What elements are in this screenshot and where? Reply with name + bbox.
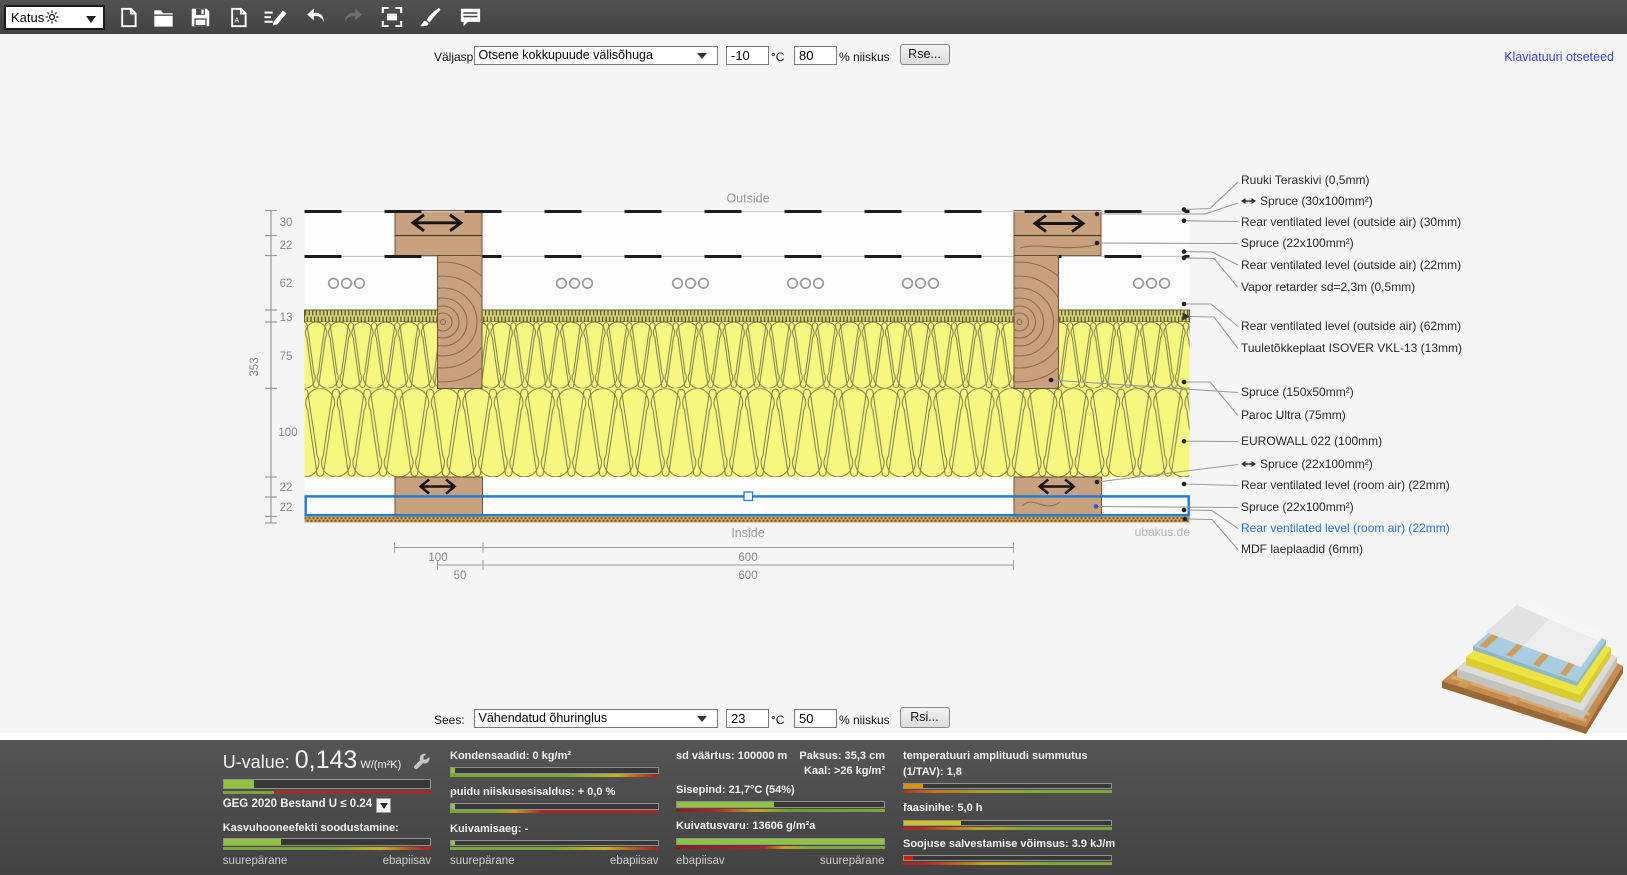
- svg-text:Inside: Inside: [731, 526, 764, 540]
- svg-text:30: 30: [280, 217, 293, 229]
- svg-text:EUROWALL 022 (100mm): EUROWALL 022 (100mm): [1241, 434, 1382, 448]
- svg-text:Rear ventilated level (room ai: Rear ventilated level (room air) (22mm): [1241, 521, 1450, 535]
- svg-text:22: 22: [280, 240, 293, 252]
- svg-text:50: 50: [454, 570, 467, 582]
- svg-text:MDF laeplaadid (6mm): MDF laeplaadid (6mm): [1241, 542, 1363, 556]
- svg-text:ubakus.de: ubakus.de: [1135, 525, 1191, 539]
- svg-text:Paroc Ultra (75mm): Paroc Ultra (75mm): [1241, 408, 1346, 422]
- svg-text:75: 75: [280, 351, 293, 363]
- svg-text:Rear ventilated level (room ai: Rear ventilated level (room air) (22mm): [1241, 478, 1450, 492]
- svg-text:Spruce (150x50mm²): Spruce (150x50mm²): [1241, 385, 1354, 399]
- svg-text:22: 22: [280, 502, 293, 514]
- svg-text:100: 100: [428, 552, 447, 564]
- svg-text:13: 13: [280, 312, 293, 324]
- svg-text:Spruce (22x100mm²): Spruce (22x100mm²): [1241, 236, 1354, 250]
- svg-text:Rear ventilated level (outside: Rear ventilated level (outside air) (22m…: [1241, 258, 1461, 272]
- svg-text:Tuuletõkkeplaat ISOVER VKL-13: Tuuletõkkeplaat ISOVER VKL-13 (13mm): [1241, 341, 1462, 355]
- svg-text:Ruuki Teraskivi (0,5mm): Ruuki Teraskivi (0,5mm): [1241, 173, 1369, 187]
- svg-text:353: 353: [249, 357, 261, 376]
- svg-text:Rear ventilated level (outside: Rear ventilated level (outside air) (62m…: [1241, 319, 1461, 333]
- svg-text:600: 600: [738, 570, 757, 582]
- svg-text:Rear ventilated level (outside: Rear ventilated level (outside air) (30m…: [1241, 215, 1461, 229]
- svg-text:100: 100: [278, 427, 297, 439]
- svg-text:Outside: Outside: [726, 192, 769, 206]
- svg-text:Spruce (30x100mm²): Spruce (30x100mm²): [1260, 194, 1373, 208]
- svg-text:22: 22: [280, 482, 293, 494]
- svg-text:Spruce (22x100mm²): Spruce (22x100mm²): [1241, 500, 1354, 514]
- svg-text:Vapor retarder sd=2,3m (0,5mm): Vapor retarder sd=2,3m (0,5mm): [1241, 280, 1415, 294]
- svg-text:Spruce (22x100mm²): Spruce (22x100mm²): [1260, 457, 1373, 471]
- svg-text:62: 62: [280, 278, 293, 290]
- svg-text:600: 600: [738, 552, 757, 564]
